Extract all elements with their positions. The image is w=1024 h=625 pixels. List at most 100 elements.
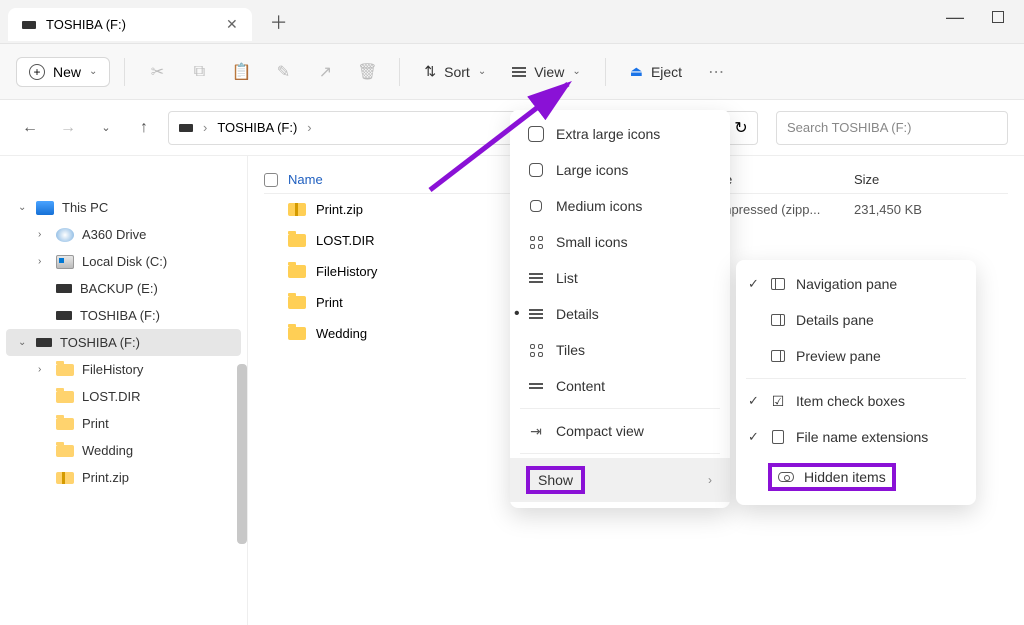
show-option-preview-pane[interactable]: Preview pane [736,338,976,374]
copy-button[interactable]: ⧉ [181,54,217,90]
close-tab-icon[interactable]: ✕ [226,16,238,33]
address-sep: › [307,120,311,135]
col-size[interactable]: Size [854,172,954,187]
check-icon: ✓ [748,393,759,409]
sidebar: ⌄ This PC › A360 Drive › Local Disk (C:)… [0,156,248,625]
folder-icon [56,445,74,457]
folder-icon [288,296,306,309]
view-icon [512,67,526,77]
sidebar-item-printzip[interactable]: Print.zip [0,464,247,491]
scrollbar[interactable] [237,364,247,544]
drive-icon [179,124,193,132]
check-icon: ✓ [748,276,759,292]
maximize-button[interactable] [992,11,1004,23]
new-button[interactable]: + New ⌄ [16,57,110,87]
sidebar-item-local-c[interactable]: › Local Disk (C:) [0,248,247,275]
folder-icon [288,234,306,247]
address-path: TOSHIBA (F:) [217,120,297,135]
sidebar-label: This PC [62,200,108,215]
plus-icon: + [29,64,45,80]
new-label: New [53,64,81,80]
sidebar-item-filehistory[interactable]: › FileHistory [0,356,247,383]
sidebar-label: TOSHIBA (F:) [80,308,160,323]
chevron-down-icon[interactable]: ⌄ [18,337,28,348]
sort-button[interactable]: ⇅ Sort ⌄ [414,57,496,86]
file-name: Wedding [316,326,367,341]
sidebar-item-toshiba-active[interactable]: ⌄ TOSHIBA (F:) [6,329,241,356]
select-all-checkbox[interactable] [264,173,278,187]
show-option-details-pane[interactable]: Details pane [736,302,976,338]
search-input[interactable]: Search TOSHIBA (F:) [776,111,1008,145]
sidebar-item-lostdir[interactable]: LOST.DIR [0,383,247,410]
col-name[interactable]: Name [288,172,323,187]
folder-icon [56,391,74,403]
chevron-down-icon: ⌄ [89,66,97,77]
paste-button[interactable]: 📋 [223,54,259,90]
file-name: Print.zip [316,202,363,217]
sidebar-label: A360 Drive [82,227,146,242]
show-option-nav-pane[interactable]: ✓Navigation pane [736,266,976,302]
sidebar-item-print[interactable]: Print [0,410,247,437]
show-submenu: ✓Navigation pane Details pane Preview pa… [736,260,976,505]
hidden-highlight: Hidden items [770,465,894,489]
view-option-medium[interactable]: Medium icons [510,188,730,224]
sort-icon: ⇅ [424,63,436,80]
view-option-show[interactable]: Show › [510,458,730,502]
view-option-content[interactable]: Content [510,368,730,404]
zip-icon [288,203,306,216]
show-option-hidden[interactable]: Hidden items [736,455,976,499]
show-highlight: Show [528,468,583,492]
chevron-down-icon: ⌄ [572,66,580,77]
sidebar-label: BACKUP (E:) [80,281,158,296]
rename-button[interactable]: ✎ [265,54,301,90]
sidebar-item-backup-e[interactable]: BACKUP (E:) [0,275,247,302]
eject-button[interactable]: ⏏ Eject [620,57,692,86]
minimize-button[interactable]: ― [946,7,964,28]
sidebar-label: LOST.DIR [82,389,141,404]
up-button[interactable]: ↑ [130,114,158,142]
drive-icon [56,284,72,293]
view-option-large[interactable]: Large icons [510,152,730,188]
window-tab[interactable]: TOSHIBA (F:) ✕ [8,8,252,41]
sidebar-item-a360[interactable]: › A360 Drive [0,221,247,248]
chevron-down-icon[interactable]: ⌄ [18,202,28,213]
view-option-xlarge[interactable]: Extra large icons [510,116,730,152]
view-option-small[interactable]: Small icons [510,224,730,260]
sidebar-item-this-pc[interactable]: ⌄ This PC [0,194,247,221]
delete-button[interactable]: 🗑 [349,54,385,90]
window-controls: ― [946,11,1024,32]
check-icon: ✓ [748,429,759,445]
show-option-checkboxes[interactable]: ✓☑Item check boxes [736,383,976,419]
back-button[interactable]: ← [16,114,44,142]
new-tab-button[interactable]: ＋ [270,9,288,35]
sidebar-item-toshiba-f[interactable]: TOSHIBA (F:) [0,302,247,329]
show-option-file-ext[interactable]: ✓File name extensions [736,419,976,455]
cut-button[interactable]: ✂ [139,54,175,90]
chevron-right-icon[interactable]: › [38,229,48,240]
file-name: Print [316,295,343,310]
view-option-list[interactable]: List [510,260,730,296]
folder-icon [56,364,74,376]
eject-icon: ⏏ [630,63,643,80]
share-button[interactable]: ↗ [307,54,343,90]
sidebar-item-wedding[interactable]: Wedding [0,437,247,464]
folder-icon [288,265,306,278]
chevron-right-icon[interactable]: › [38,364,48,375]
title-bar: TOSHIBA (F:) ✕ ＋ ― [0,0,1024,44]
zip-icon [56,472,74,484]
pc-icon [36,201,54,215]
drive-icon [56,311,72,320]
chevron-right-icon[interactable]: › [38,256,48,267]
sidebar-label: Wedding [82,443,133,458]
sidebar-label: Print [82,416,109,431]
drive-icon [22,21,36,29]
view-option-tiles[interactable]: Tiles [510,332,730,368]
sidebar-label: Print.zip [82,470,129,485]
forward-button[interactable]: → [54,114,82,142]
eject-label: Eject [651,64,682,80]
view-button[interactable]: View ⌄ [502,58,590,86]
view-option-compact[interactable]: ⇥Compact view [510,413,730,449]
more-button[interactable]: ⋯ [698,54,734,90]
recent-button[interactable]: ⌄ [92,114,120,142]
view-option-details[interactable]: •Details [510,296,730,332]
